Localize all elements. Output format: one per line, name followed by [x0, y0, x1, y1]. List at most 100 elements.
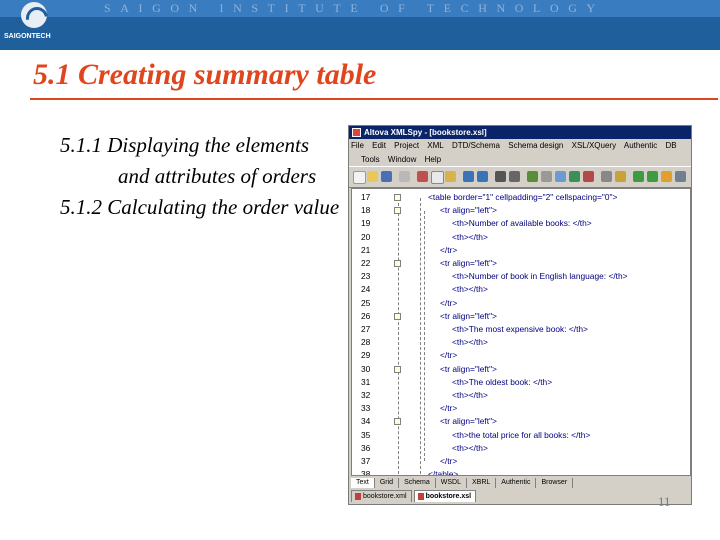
- tab-grid[interactable]: Grid: [375, 478, 400, 488]
- new-file-icon[interactable]: [353, 171, 366, 184]
- line-number: 30: [361, 363, 371, 374]
- transform-icon[interactable]: [661, 171, 672, 182]
- code-editor[interactable]: 17 <table border="1" cellpadding="2" cell…: [351, 188, 691, 476]
- xmlspy-toolbar: [349, 166, 691, 188]
- code-line: 38 </table>: [352, 468, 690, 476]
- binoculars-icon[interactable]: [495, 171, 506, 182]
- help-icon[interactable]: [615, 171, 626, 182]
- undo-icon[interactable]: [463, 171, 474, 182]
- xml-file-icon: [355, 492, 361, 500]
- line-number: 36: [361, 442, 371, 453]
- xsl-file-icon: [417, 492, 424, 500]
- print-icon[interactable]: [399, 171, 410, 182]
- line-number: 35: [361, 429, 371, 440]
- line-number: 37: [361, 456, 371, 466]
- slide-title: 5.1 Creating summary table: [33, 58, 377, 91]
- fold-toggle-icon[interactable]: [394, 194, 401, 201]
- menu-edit[interactable]: Edit: [372, 141, 386, 150]
- menu-help[interactable]: Help: [425, 155, 441, 164]
- code-line: 26 <tr align="left">: [352, 310, 690, 323]
- menu-authentic[interactable]: Authentic: [624, 141, 657, 150]
- code-text: </tr>: [440, 403, 458, 414]
- line-number: 26: [361, 310, 371, 321]
- line-number: 32: [361, 390, 371, 400]
- code-text: <tr align="left">: [440, 363, 497, 374]
- code-line: 35 <th>the total price for all books: </t…: [352, 429, 690, 442]
- check-wellformed-icon[interactable]: [633, 171, 644, 182]
- copy-icon[interactable]: [431, 171, 444, 184]
- menu-dtd-schema[interactable]: DTD/Schema: [452, 141, 500, 150]
- code-text: <th>The oldest book: </th>: [452, 376, 553, 387]
- code-line: 29 </tr>: [352, 349, 690, 362]
- tab-xbrl[interactable]: XBRL: [467, 478, 497, 488]
- xmlspy-window: Altova XMLSpy - [bookstore.xsl] File Edi…: [348, 125, 692, 505]
- code-text: <tr align="left">: [440, 258, 497, 268]
- doc-tab-xml[interactable]: bookstore.xml: [351, 490, 412, 502]
- line-number: 34: [361, 416, 371, 427]
- tab-browser[interactable]: Browser: [536, 478, 574, 488]
- fold-toggle-icon[interactable]: [394, 365, 401, 373]
- fold-toggle-icon[interactable]: [394, 418, 401, 426]
- menu-project[interactable]: Project: [394, 141, 419, 150]
- xmlspy-menubar: File Edit Project XML DTD/Schema Schema …: [349, 139, 691, 153]
- code-line: 32 <th></th>: [352, 389, 690, 402]
- logo-text: SAIGONTECH: [4, 33, 51, 40]
- institute-name: SAIGON INSTITUTE OF TECHNOLOGY: [104, 1, 605, 15]
- fold-toggle-icon[interactable]: [394, 312, 401, 320]
- find-next-icon[interactable]: [509, 171, 520, 182]
- menu-schema-design[interactable]: Schema design: [508, 141, 563, 150]
- code-line: 19 <th>Number of available books: </th>: [352, 217, 690, 230]
- line-number: 17: [361, 192, 371, 202]
- code-line: 20 <th></th>: [352, 231, 690, 244]
- menu-db[interactable]: DB: [665, 141, 676, 150]
- fold-toggle-icon[interactable]: [394, 207, 401, 215]
- code-text: </tr>: [440, 244, 458, 255]
- code-text: <th></th>: [452, 337, 488, 348]
- code-text: <th>The most expensive book: </th>: [452, 324, 588, 334]
- tab-schema[interactable]: Schema: [399, 478, 436, 488]
- open-folder-icon[interactable]: [367, 171, 378, 182]
- code-text: <th>the total price for all books: </th>: [452, 429, 591, 440]
- code-line: 34 <tr align="left">: [352, 415, 690, 428]
- page-number: 11: [658, 494, 671, 509]
- xslt-icon[interactable]: [569, 171, 580, 182]
- code-text: <tr align="left">: [440, 205, 497, 216]
- document-tabs: bookstore.xml bookstore.xsl: [351, 490, 689, 502]
- code-text: <th></th>: [452, 284, 488, 295]
- line-number: 38: [361, 469, 371, 476]
- tab-authentic[interactable]: Authentic: [496, 478, 537, 488]
- code-text: <table border="1" cellpadding="2" cellsp…: [428, 192, 618, 202]
- code-line: 21 </tr>: [352, 244, 690, 257]
- doc-tab-xsl[interactable]: bookstore.xsl: [413, 490, 477, 502]
- window-icon[interactable]: [601, 171, 612, 182]
- xquery-icon[interactable]: [583, 171, 594, 182]
- tab-wsdl[interactable]: WSDL: [436, 478, 467, 488]
- paste-icon[interactable]: [445, 171, 456, 182]
- menu-xml[interactable]: XML: [427, 141, 443, 150]
- tool-icon[interactable]: [541, 171, 552, 182]
- code-line: 22 <tr align="left">: [352, 257, 690, 270]
- code-text: <tr align="left">: [440, 416, 497, 427]
- validate-icon[interactable]: [527, 171, 538, 182]
- line-number: 18: [361, 205, 371, 216]
- validate-xml-icon[interactable]: [647, 171, 658, 182]
- cut-icon[interactable]: [417, 171, 428, 182]
- menu-file[interactable]: File: [351, 141, 364, 150]
- menu-window[interactable]: Window: [388, 155, 416, 164]
- save-icon[interactable]: [381, 171, 392, 182]
- xmlspy-titlebar: Altova XMLSpy - [bookstore.xsl]: [349, 126, 691, 139]
- header-banner: SAIGONTECH SAIGON INSTITUTE OF TECHNOLOG…: [0, 0, 720, 50]
- settings-icon[interactable]: [675, 171, 686, 182]
- code-line: 27 <th>The most expensive book: </th>: [352, 323, 690, 336]
- menu-tools[interactable]: Tools: [361, 155, 380, 164]
- doc-tab-label: bookstore.xml: [363, 493, 407, 500]
- redo-icon[interactable]: [477, 171, 488, 182]
- line-number: 19: [361, 218, 371, 229]
- code-text: </tr>: [440, 297, 458, 308]
- tab-text[interactable]: Text: [351, 478, 375, 488]
- fold-toggle-icon[interactable]: [394, 260, 401, 267]
- code-line: 30 <tr align="left">: [352, 363, 690, 376]
- menu-xsl-xquery[interactable]: XSL/XQuery: [572, 141, 616, 150]
- code-line: 33 </tr>: [352, 402, 690, 415]
- text-view-icon[interactable]: [555, 171, 566, 182]
